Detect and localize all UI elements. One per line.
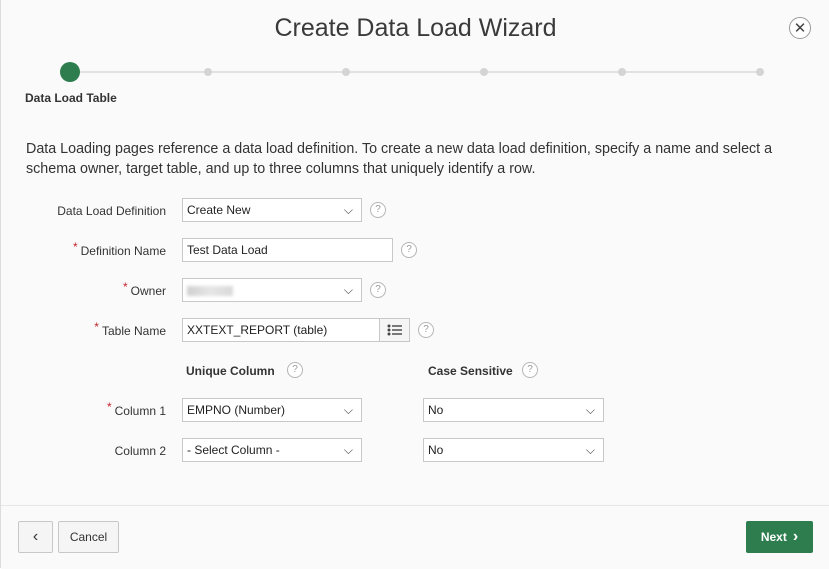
- data-load-definition-select[interactable]: Create New ⌵: [182, 198, 362, 222]
- chevron-down-icon: ⌵: [343, 283, 353, 297]
- next-button-label: Next: [760, 530, 787, 544]
- back-button[interactable]: ‹: [18, 521, 53, 553]
- column-2-value: - Select Column -: [187, 443, 280, 457]
- column-1-case-value: No: [428, 403, 444, 417]
- required-marker: *: [94, 320, 99, 334]
- wizard-progress-track: [70, 71, 760, 73]
- chevron-down-icon: ⌵: [343, 403, 353, 417]
- table-name-label: * Table Name: [94, 320, 166, 338]
- column-2-label: Column 2: [114, 444, 166, 458]
- dialog-footer: ‹ Cancel Next ›: [1, 505, 829, 569]
- help-icon[interactable]: ?: [370, 202, 386, 218]
- wizard-step-1-active: [60, 62, 80, 82]
- required-marker: *: [122, 280, 128, 294]
- list-icon: [387, 324, 402, 336]
- chevron-down-icon: ⌵: [585, 443, 595, 457]
- column-1-case-select[interactable]: No ⌵: [423, 398, 604, 422]
- column-1-label: * Column 1: [106, 400, 166, 418]
- redacted-owner-value: [187, 285, 233, 296]
- cancel-button[interactable]: Cancel: [58, 521, 119, 553]
- close-button[interactable]: ✕: [789, 17, 811, 39]
- close-icon: ✕: [793, 20, 807, 37]
- list-of-values-button[interactable]: [379, 318, 410, 342]
- wizard-step-6: [756, 68, 764, 76]
- column-2-case-value: No: [428, 443, 444, 457]
- wizard-step-2: [204, 68, 212, 76]
- column-1-value: EMPNO (Number): [187, 403, 286, 417]
- definition-name-label: * Definition Name: [72, 240, 166, 258]
- chevron-down-icon: ⌵: [585, 403, 595, 417]
- chevron-down-icon: ⌵: [343, 203, 353, 217]
- data-load-definition-value: Create New: [187, 203, 251, 217]
- required-marker: *: [106, 400, 112, 414]
- help-icon[interactable]: ?: [418, 322, 434, 338]
- unique-column-header: Unique Column: [186, 364, 275, 378]
- wizard-dialog: Create Data Load Wizard ✕ Data Load Tabl…: [0, 0, 829, 569]
- data-load-definition-label: Data Load Definition: [57, 204, 166, 218]
- dialog-title: Create Data Load Wizard: [274, 14, 557, 42]
- column-2-select[interactable]: - Select Column - ⌵: [182, 438, 362, 462]
- column-1-select[interactable]: EMPNO (Number) ⌵: [182, 398, 362, 422]
- intro-text: Data Loading pages reference a data load…: [26, 141, 773, 177]
- next-button[interactable]: Next ›: [746, 521, 813, 553]
- chevron-left-icon: ‹: [32, 528, 39, 545]
- definition-name-input[interactable]: Test Data Load: [182, 238, 393, 262]
- help-icon[interactable]: ?: [522, 362, 538, 378]
- wizard-step-4: [480, 68, 488, 76]
- wizard-step-3: [342, 68, 350, 76]
- wizard-step-5: [618, 68, 626, 76]
- chevron-down-icon: ⌵: [343, 443, 353, 457]
- help-icon[interactable]: ?: [287, 362, 303, 378]
- required-marker: *: [72, 240, 78, 254]
- current-step-label: Data Load Table: [25, 91, 117, 105]
- dialog-header: Create Data Load Wizard ✕: [1, 0, 829, 58]
- owner-select[interactable]: ⌵: [182, 278, 362, 302]
- column-2-case-select[interactable]: No ⌵: [423, 438, 604, 462]
- chevron-right-icon: ›: [792, 528, 799, 545]
- help-icon[interactable]: ?: [370, 282, 386, 298]
- owner-label: * Owner: [122, 280, 166, 298]
- table-name-input[interactable]: XXTEXT_REPORT (table): [182, 318, 380, 342]
- help-icon[interactable]: ?: [401, 242, 417, 258]
- case-sensitive-header: Case Sensitive: [428, 364, 513, 378]
